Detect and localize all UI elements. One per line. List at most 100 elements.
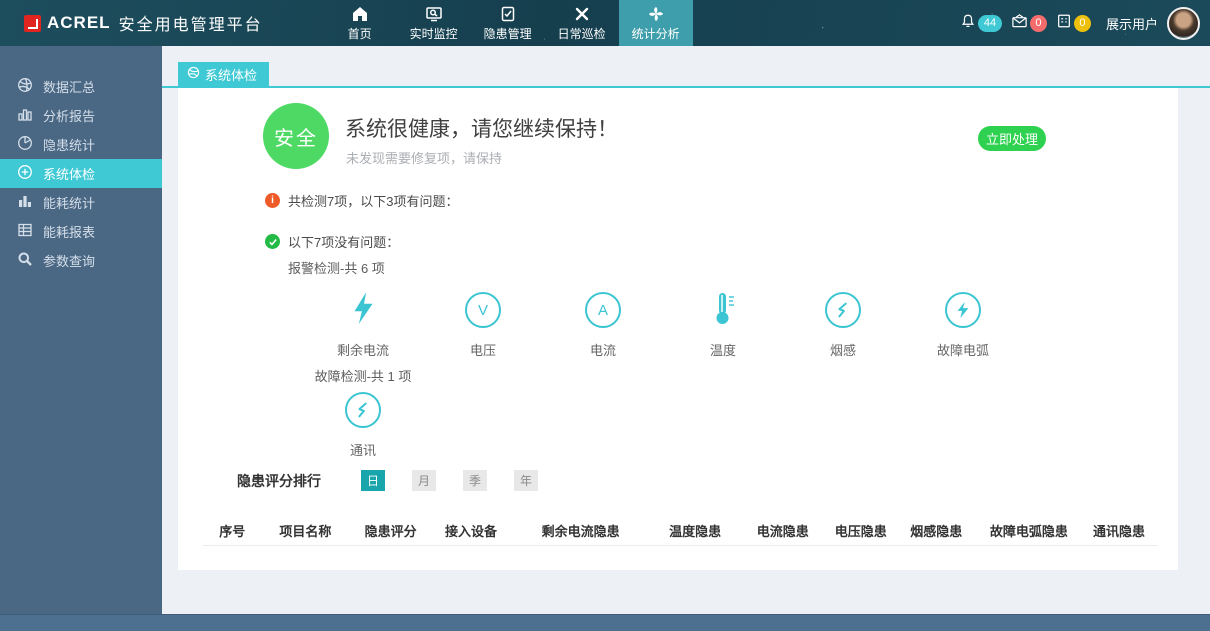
search-icon [17,251,33,270]
nav-label: 首页 [348,25,372,42]
table-header: 通讯隐患 [1080,521,1158,540]
bell-count-badge: 44 [978,15,1002,32]
checkup-tab-icon [187,66,200,82]
period-month-button[interactable]: 月 [412,470,436,491]
table-header: 故障电弧隐患 [978,521,1080,540]
check-item-current: A 电流 [543,288,663,385]
sidebar-item-parameter-query[interactable]: 参数查询 [0,246,162,275]
table-header: 电压隐患 [827,521,895,540]
check-item-residual-current: 剩余电流 故障检测-共 1 项 [303,288,423,385]
alarm-bell-button[interactable]: 44 [960,13,1002,34]
problem-summary-text: 共检测7项，以下3项有问题： [288,191,458,210]
smoke-zigzag-icon [825,292,861,328]
todo-list-icon [1056,13,1072,34]
comm-zigzag-icon [345,392,381,428]
handle-now-button[interactable]: 立即处理 [978,126,1046,151]
health-title: 系统很健康，请您继续保持！ [345,113,618,143]
nav-item-realtime-monitor[interactable]: 实时监控 [397,0,471,46]
voltage-circle-icon: V [465,292,501,328]
acrel-logo-icon [24,15,41,32]
table-header: 温度隐患 [651,521,739,540]
dribbble-icon [17,77,33,96]
nav-label: 隐患管理 [484,25,532,42]
table-header: 项目名称 [261,521,349,540]
tab-system-checkup[interactable]: 系统体检 [178,62,269,86]
sidebar-item-hazard-statistics[interactable]: 隐患统计 [0,130,162,159]
todo-button[interactable]: 0 [1056,13,1091,34]
ranking-title: 隐患评分排行 [237,471,321,491]
top-navigation-bar: ACREL 安全用电管理平台 首页 实时监控 隐患管理 [0,0,1210,46]
check-item-label: 故障电弧 [937,340,989,359]
nav-item-hazard-management[interactable]: 隐患管理 [471,0,545,46]
sidebar-item-label: 能耗统计 [43,193,95,212]
info-icon: i [265,193,280,208]
monitor-icon [425,5,443,23]
sidebar-item-label: 系统体检 [43,164,95,183]
current-circle-icon: A [585,292,621,328]
ok-summary-line: 以下7项没有问题： [265,232,399,251]
check-item-voltage: V 电压 [423,288,543,385]
user-name[interactable]: 展示用户 [1106,14,1158,33]
table-icon [17,222,33,241]
sidebar-item-energy-report[interactable]: 能耗报表 [0,217,162,246]
brand-acrel-text: ACREL [47,13,111,33]
nav-label: 实时监控 [410,25,458,42]
table-header: 烟感隐患 [895,521,978,540]
sidebar-item-label: 分析报告 [43,106,95,125]
period-day-button[interactable]: 日 [361,470,385,491]
sidebar-item-label: 能耗报表 [43,222,95,241]
pinwheel-icon [647,5,665,23]
ok-summary-text: 以下7项没有问题： [288,232,399,251]
bar-chart-icon [17,106,33,125]
main-nav: 首页 实时监控 隐患管理 日常巡检 [323,0,693,46]
sidebar-item-system-checkup[interactable]: 系统体检 [0,159,162,188]
table-header: 序号 [203,521,261,540]
sidebar-item-analysis-report[interactable]: 分析报告 [0,101,162,130]
check-item-label: 通讯 [350,440,376,459]
sidebar-item-label: 参数查询 [43,251,95,270]
health-subtitle: 未发现需要修复项，请保持 [346,148,502,167]
check-item-label: 烟感 [830,340,856,359]
todo-count-badge: 0 [1074,15,1091,32]
checkup-card: 安全 系统很健康，请您继续保持！ 未发现需要修复项，请保持 立即处理 i 共检测… [178,88,1178,570]
period-quarter-button[interactable]: 季 [463,470,487,491]
hazard-ranking-table: 序号 项目名称 隐患评分 接入设备 剩余电流隐患 温度隐患 电流隐患 电压隐患 … [203,516,1158,546]
top-right-cluster: 44 0 0 展示用户 [960,0,1200,46]
check-item-communication: 通讯 [303,388,423,459]
tab-bar: 系统体检 [162,46,1210,88]
table-header: 隐患评分 [349,521,432,540]
table-header: 电流隐患 [739,521,827,540]
alarm-check-items: 剩余电流 故障检测-共 1 项 V 电压 A 电流 [303,288,1023,385]
plus-circle-icon [17,164,33,183]
check-item-label: 剩余电流 [337,340,389,359]
hazard-ranking-controls: 隐患评分排行 日 月 季 年 [237,470,565,491]
nav-item-daily-inspection[interactable]: 日常巡检 [545,0,619,46]
sidebar-item-energy-statistics[interactable]: 能耗统计 [0,188,162,217]
alarm-group-label: 报警检测-共 6 项 [288,258,385,277]
bar-chart-filled-icon [17,193,33,212]
table-header-row: 序号 项目名称 隐患评分 接入设备 剩余电流隐患 温度隐患 电流隐患 电压隐患 … [203,516,1158,546]
arc-bolt-circle-icon [945,292,981,328]
table-header: 剩余电流隐患 [510,521,651,540]
nav-item-statistics[interactable]: 统计分析 [619,0,693,46]
thermometer-icon [710,290,736,331]
tab-label: 系统体检 [205,65,257,84]
footer-bar [0,614,1210,631]
tools-icon [573,5,591,23]
nav-label: 统计分析 [632,25,680,42]
sidebar-item-label: 数据汇总 [43,77,95,96]
nav-label: 日常巡检 [558,25,606,42]
nav-item-home[interactable]: 首页 [323,0,397,46]
user-avatar[interactable] [1167,7,1200,40]
sidebar-item-data-summary[interactable]: 数据汇总 [0,72,162,101]
app-title: 安全用电管理平台 [119,11,263,35]
check-item-arc-fault: 故障电弧 [903,288,1023,385]
check-item-temperature: 温度 [663,288,783,385]
period-year-button[interactable]: 年 [514,470,538,491]
check-item-label: 温度 [710,340,736,359]
check-item-label: 电流 [590,340,616,359]
home-icon [351,5,369,23]
check-item-smoke: 烟感 [783,288,903,385]
mail-button[interactable]: 0 [1011,13,1047,34]
bolt-icon [350,291,376,330]
